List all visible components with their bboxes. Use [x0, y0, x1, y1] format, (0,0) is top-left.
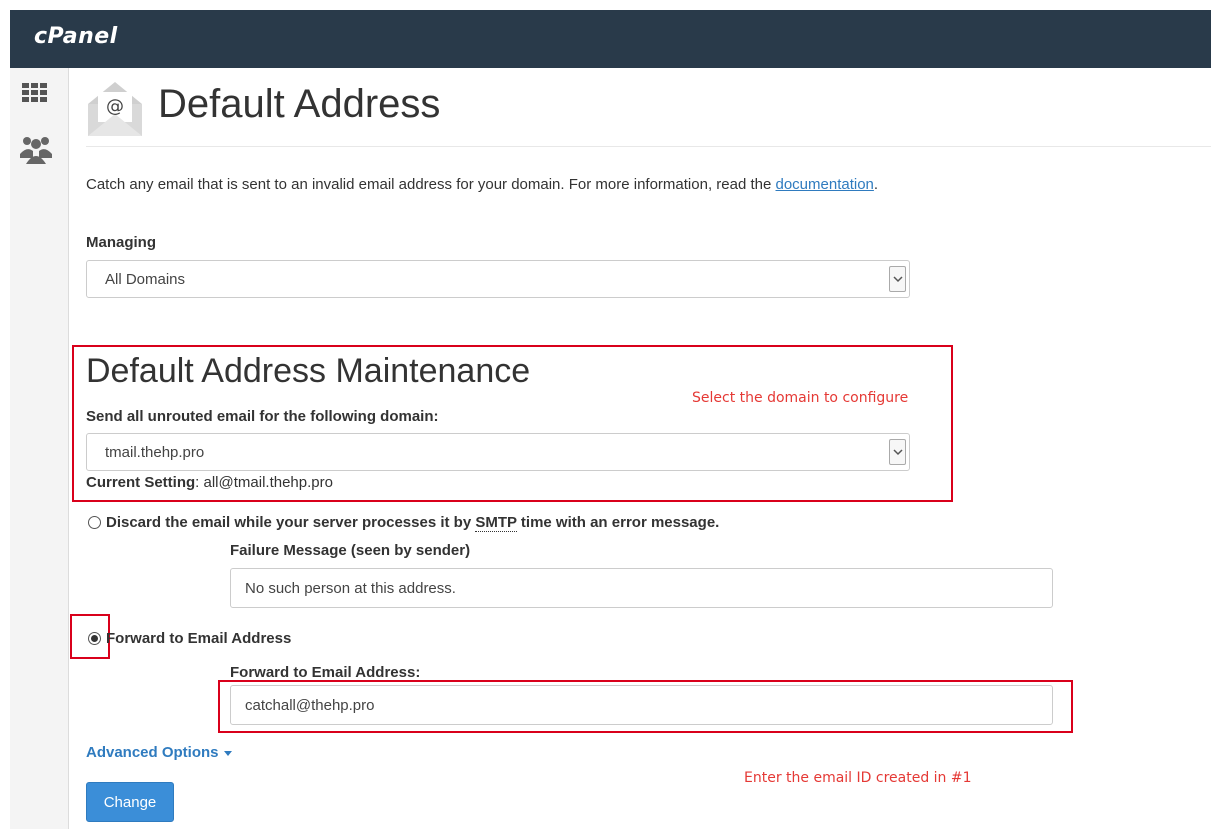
section-heading: Default Address Maintenance: [86, 352, 531, 390]
smtp-abbr: SMTP: [475, 514, 517, 532]
documentation-link[interactable]: documentation: [776, 176, 874, 193]
managing-selected-value: All Domains: [105, 271, 186, 288]
page-description: Catch any email that is sent to an inval…: [86, 176, 878, 193]
email-envelope-icon: @: [86, 80, 144, 143]
page-title: Default Address: [158, 82, 441, 126]
discard-label-text: Discard the email while your server proc…: [106, 514, 476, 531]
forward-radio[interactable]: [88, 632, 101, 645]
current-setting-value: : all@tmail.thehp.pro: [195, 474, 333, 491]
top-header-bar: cPanel: [10, 10, 1211, 68]
managing-label: Managing: [86, 234, 156, 251]
current-setting: Current Setting: all@tmail.thehp.pro: [86, 474, 333, 491]
description-text: Catch any email that is sent to an inval…: [86, 176, 776, 193]
select-domain-annotation: Select the domain to configure: [692, 390, 909, 406]
discard-label-suffix: time with an error message.: [516, 514, 720, 531]
chevron-down-icon: [889, 439, 906, 465]
advanced-options-toggle[interactable]: Advanced Options: [86, 744, 232, 761]
grid-icon[interactable]: [22, 83, 48, 108]
caret-down-icon: [223, 750, 232, 756]
discard-radio[interactable]: [88, 516, 101, 529]
managing-select[interactable]: All Domains: [86, 260, 910, 298]
enter-email-annotation: Enter the email ID created in #1: [744, 770, 972, 786]
cpanel-logo[interactable]: cPanel: [34, 24, 118, 49]
domain-select[interactable]: tmail.thehp.pro: [86, 433, 910, 471]
forward-address-label: Forward to Email Address:: [230, 664, 421, 681]
chevron-down-icon: [889, 266, 906, 292]
forward-address-input[interactable]: [230, 685, 1053, 725]
change-button[interactable]: Change: [86, 782, 174, 822]
advanced-options-label: Advanced Options: [86, 744, 219, 761]
domain-select-label: Send all unrouted email for the followin…: [86, 408, 439, 425]
failure-message-label: Failure Message (seen by sender): [230, 542, 471, 559]
title-divider: [86, 146, 1211, 147]
domain-selected-value: tmail.thehp.pro: [105, 444, 205, 461]
current-setting-label: Current Setting: [86, 474, 196, 491]
svg-text:@: @: [106, 96, 124, 117]
failure-message-input[interactable]: [230, 568, 1053, 608]
discard-radio-label[interactable]: Discard the email while your server proc…: [106, 514, 720, 532]
description-suffix: .: [873, 176, 879, 193]
users-icon[interactable]: [20, 134, 52, 169]
left-sidebar: [10, 68, 69, 829]
forward-radio-label[interactable]: Forward to Email Address: [106, 630, 291, 647]
